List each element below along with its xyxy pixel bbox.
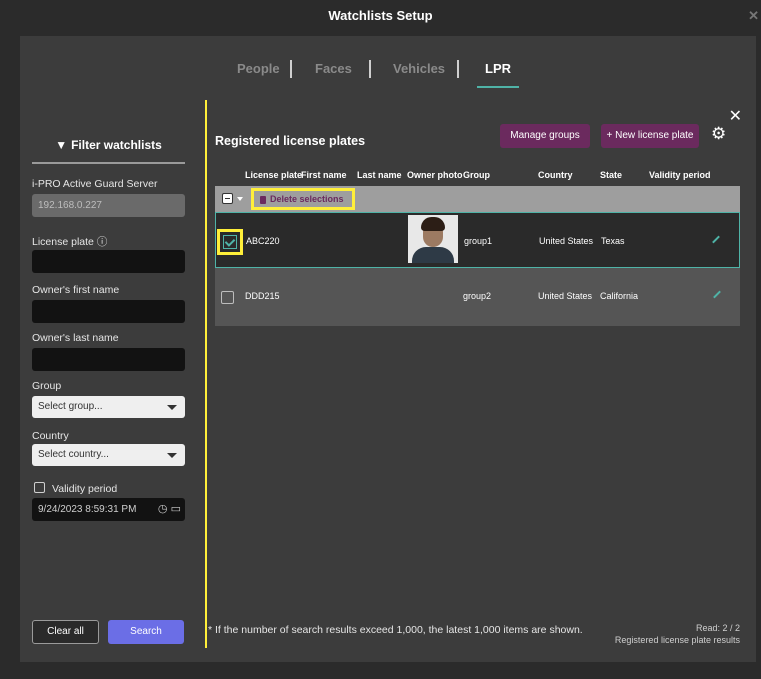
read-count-caption: Registered license plate results [614,635,740,645]
table-row[interactable]: DDD215 group2 United States California [215,268,740,326]
license-plate-label-text: License plate [32,236,94,248]
watchlists-dialog: People Faces Vehicles LPR ✕ ▼ Filter watc… [20,36,756,662]
tab-separator [457,60,459,78]
results-footnote: * If the number of search results exceed… [208,624,583,636]
tab-faces[interactable]: Faces [315,62,352,86]
manage-groups-button[interactable]: Manage groups [500,124,590,148]
tab-separator [369,60,371,78]
validity-checkbox[interactable] [34,482,45,493]
row-checkbox-checked[interactable] [223,235,237,249]
select-all-checkbox[interactable] [222,193,233,204]
main-title: Registered license plates [215,134,366,148]
tab-lpr[interactable]: LPR [477,62,519,88]
highlight-divider [205,100,207,648]
country-label: Country [32,430,69,442]
new-license-plate-button[interactable]: + New license plate [601,124,699,148]
group-label: Group [32,380,62,392]
chevron-down-icon [167,453,177,458]
photo-body [412,247,454,263]
country-select[interactable]: Select country... [32,444,185,466]
delete-selections-button[interactable]: Delete selections [251,188,355,210]
last-name-input[interactable] [32,348,185,371]
filter-icon: ▼ [55,138,68,152]
column-owner-photo[interactable]: Owner photo [407,170,463,180]
main-panel: Registered license plates Manage groups … [215,122,740,662]
cell-group: group2 [463,291,492,301]
edit-icon[interactable] [713,290,721,299]
table-header: License plate First name Last name Owner… [215,166,740,186]
filter-divider [32,162,185,164]
tab-people[interactable]: People [237,62,280,86]
license-plate-input[interactable] [32,250,185,273]
filter-title-label: Filter watchlists [71,138,162,152]
table-row[interactable]: ABC220 group1 United States Texas [215,212,740,268]
owner-photo [408,215,458,263]
first-name-input[interactable] [32,300,185,323]
clear-all-button[interactable]: Clear all [32,620,99,644]
server-label: i-PRO Active Guard Server [32,178,158,190]
gear-icon[interactable]: ⚙ [711,124,726,144]
trash-icon [260,195,266,204]
read-count: Read: 2 / 2 Registered license plate res… [615,622,740,646]
photo-hair [421,217,445,231]
chevron-down-icon [167,405,177,410]
cell-license-plate: DDD215 [245,291,280,301]
server-field: 192.168.0.227 [32,194,185,217]
license-plate-label: License plate ⓘ [32,234,107,249]
window-titlebar: Watchlists Setup ✕ [0,0,761,32]
window-title: Watchlists Setup [328,8,433,23]
first-name-label: Owner's first name [32,284,120,296]
cell-license-plate: ABC220 [246,236,280,246]
column-country[interactable]: Country [538,170,573,180]
tab-bar: People Faces Vehicles LPR [20,60,756,92]
edit-icon[interactable] [712,235,720,244]
validity-datetime-field[interactable]: 9/24/2023 8:59:31 PM ◷ ▭ [32,498,185,521]
read-count-value: Read: 2 / 2 [695,623,740,633]
chevron-down-icon[interactable] [237,197,243,201]
cell-country: United States [538,291,593,301]
filter-panel: ▼ Filter watchlists i-PRO Active Guard Se… [32,132,185,644]
column-group[interactable]: Group [463,170,490,180]
validity-datetime-value: 9/24/2023 8:59:31 PM [38,504,137,515]
last-name-label: Owner's last name [32,332,119,344]
group-select-value: Select group... [38,401,103,412]
column-first-name[interactable]: First name [301,170,347,180]
tab-separator [290,60,292,78]
calendar-icon[interactable]: ▭ [171,503,181,515]
cell-country: United States [539,236,594,246]
row-checkbox[interactable] [221,291,234,304]
clock-icon[interactable]: ◷ [158,503,168,515]
cell-group: group1 [464,236,493,246]
filter-title: ▼ Filter watchlists [32,132,185,152]
info-icon[interactable]: ⓘ [97,236,108,248]
country-select-value: Select country... [38,449,109,460]
column-state[interactable]: State [600,170,622,180]
row-checkbox-highlight [217,229,243,255]
tab-vehicles[interactable]: Vehicles [393,62,445,86]
delete-selections-label: Delete selections [270,194,344,204]
window-close-icon[interactable]: ✕ [748,0,759,32]
column-validity-period[interactable]: Validity period [649,170,711,180]
group-select[interactable]: Select group... [32,396,185,418]
cell-state: Texas [601,236,625,246]
validity-label: Validity period [52,483,118,495]
selection-toolbar: Delete selections [215,186,740,212]
column-license-plate[interactable]: License plate [245,170,302,180]
column-last-name[interactable]: Last name [357,170,402,180]
search-button[interactable]: Search [108,620,184,644]
cell-state: California [600,291,639,301]
